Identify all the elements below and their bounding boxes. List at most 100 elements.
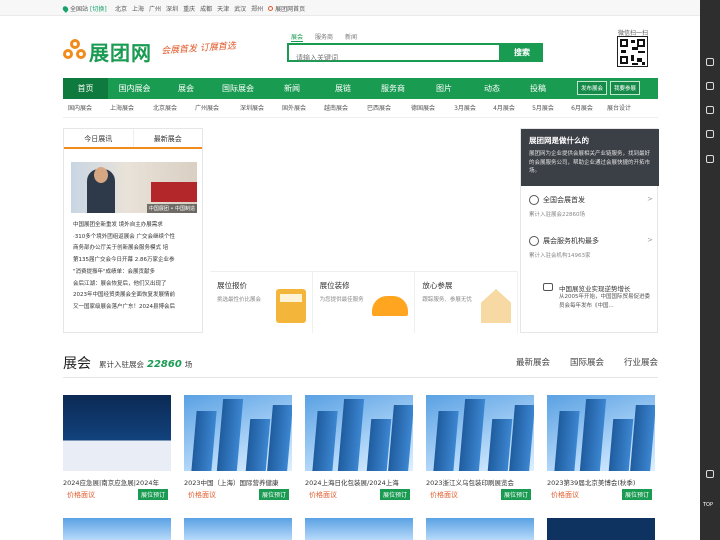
- exhibition-price: 价格面议: [188, 491, 216, 499]
- exhibition-price: 价格面议: [551, 491, 579, 499]
- exhibition-image[interactable]: [63, 518, 171, 540]
- city-link[interactable]: 北京: [115, 4, 127, 13]
- news-item[interactable]: 第135届广交会今日开幕 2.86万家企业参: [73, 255, 201, 267]
- subnav-link[interactable]: 巴西展会: [357, 103, 401, 117]
- subnav-link[interactable]: 4月展会: [485, 103, 523, 117]
- news-item[interactable]: 会后江湖：展会恢复后，他们又出现了: [73, 279, 201, 291]
- exhibition-card[interactable]: 2023浙江义乌包装印刷展览会 价格面议 展位预订: [426, 395, 534, 503]
- subnav-link[interactable]: 德国展会: [401, 103, 445, 117]
- subnav-link[interactable]: 5月展会: [523, 103, 563, 117]
- user-icon[interactable]: [706, 58, 714, 66]
- exhibition-image: [63, 395, 171, 471]
- tab-latest[interactable]: 最新展会: [516, 356, 550, 368]
- nav-item-home[interactable]: 首页: [63, 78, 108, 99]
- publish-icon[interactable]: [706, 82, 714, 90]
- wechat-qr-code: [617, 36, 648, 67]
- exhibition-image: [184, 395, 292, 471]
- tab-international[interactable]: 国际展会: [570, 356, 604, 368]
- subnav-link[interactable]: 展台设计: [601, 103, 637, 117]
- tab-today-news[interactable]: 今日展讯: [64, 129, 134, 147]
- search-tab-news[interactable]: 新闻: [345, 32, 357, 42]
- nav-item-exhibitions[interactable]: 展会: [161, 83, 211, 94]
- exhibition-card[interactable]: 2023中国（上海）国际营养健康 价格面议 展位预订: [184, 395, 292, 503]
- city-link[interactable]: 深圳: [166, 4, 178, 13]
- exhibition-image[interactable]: [184, 518, 292, 540]
- subnav-link[interactable]: 6月展会: [563, 103, 601, 117]
- news-item[interactable]: 2023年中国经贸类展会全面恢复发展情前: [73, 290, 201, 302]
- book-booth-button[interactable]: 展位预订: [621, 489, 652, 500]
- stat-exhibitions[interactable]: 全国会展首发 > 累计入驻展会22860场: [529, 195, 653, 239]
- book-booth-button[interactable]: 展位预订: [137, 489, 168, 500]
- nav-item-international[interactable]: 国际展会: [211, 83, 265, 94]
- exhibition-card[interactable]: 2024应急展|南京应急展|2024年 价格面议 展位预订: [63, 395, 171, 503]
- news-item[interactable]: 商务部办公厅关于创新展会服务模式 培: [73, 243, 201, 255]
- exhibition-image[interactable]: [547, 518, 655, 540]
- service-card-decoration[interactable]: 展位装修 为您提供最佳服务: [313, 272, 416, 333]
- search-tabs: 展会 服务商 新闻: [291, 32, 357, 42]
- service-card-title: 放心参展: [422, 281, 453, 290]
- book-booth-button[interactable]: 展位预订: [500, 489, 531, 500]
- site-logo[interactable]: 展团网 会展首发 订展首选: [63, 36, 263, 68]
- exhibition-image[interactable]: [305, 518, 413, 540]
- article-icon: [543, 283, 553, 291]
- subnav-link[interactable]: 国内展会: [63, 103, 97, 117]
- city-link[interactable]: 武汉: [234, 4, 246, 13]
- stat-agencies[interactable]: 展会服务机构最多 > 累计入驻会机构14963家: [529, 236, 653, 280]
- city-link[interactable]: 天津: [217, 4, 229, 13]
- city-link[interactable]: 郑州: [251, 4, 263, 13]
- switch-city-link[interactable]: [切换]: [90, 4, 107, 13]
- section-subtitle-pre: 累计入驻展会: [99, 360, 144, 369]
- news-item[interactable]: "消费提振年"成绩单：会展贡献多: [73, 267, 201, 279]
- subnav-link[interactable]: 北京展会: [147, 103, 183, 117]
- service-card-assurance[interactable]: 放心参展 跟踪服务、参展无忧: [415, 272, 519, 333]
- nav-item-news[interactable]: 新闻: [265, 83, 319, 94]
- news-item[interactable]: ·310多个境外团组返展会 广交会继续个性: [73, 232, 201, 244]
- home-link[interactable]: 展团网首页: [268, 4, 305, 13]
- feedback-icon[interactable]: [706, 470, 714, 478]
- nav-item-submit[interactable]: 投稿: [515, 83, 561, 94]
- exhibition-image[interactable]: [426, 518, 534, 540]
- city-link[interactable]: 重庆: [183, 4, 195, 13]
- exhibition-price: 价格面议: [309, 491, 337, 499]
- news-item[interactable]: 中国展团全新重发 境外自主办展需求: [73, 220, 201, 232]
- search-tab-exhibition[interactable]: 展会: [291, 32, 304, 42]
- search-tab-provider[interactable]: 服务商: [315, 32, 333, 42]
- exhibition-card[interactable]: 2023第39届北京美博会(秋季) 价格面议 展位预订: [547, 395, 655, 503]
- search-input[interactable]: [289, 50, 499, 66]
- publish-exhibition-button[interactable]: 发布展会: [577, 81, 608, 95]
- house-icon: [481, 289, 512, 323]
- tab-latest-exhibitions[interactable]: 最新展会: [134, 129, 203, 147]
- tab-industry[interactable]: 行业展会: [624, 356, 658, 368]
- nav-item-domestic[interactable]: 国内展会: [108, 83, 161, 94]
- nav-item-chain[interactable]: 展链: [319, 83, 367, 94]
- location-switcher[interactable]: 全国站 [切换]: [61, 4, 107, 13]
- subnav-link[interactable]: 3月展会: [445, 103, 485, 117]
- news-item[interactable]: 又一国家级展会落户广东！2024县博会后: [73, 302, 201, 314]
- nav-item-updates[interactable]: 动态: [469, 83, 515, 94]
- join-exhibition-button[interactable]: 我要参展: [610, 81, 641, 95]
- nav-item-images[interactable]: 图片: [419, 83, 469, 94]
- search-button[interactable]: 搜索: [501, 43, 543, 62]
- nav-item-providers[interactable]: 服务商: [367, 83, 419, 94]
- book-booth-button[interactable]: 展位预订: [379, 489, 410, 500]
- trend-article[interactable]: 中国展览业实现逆势增长 从2005年开始，中国国际贸易促进委员会每年发布《中国.…: [529, 279, 653, 329]
- exhibition-card[interactable]: 2024上海日化包装展/2024上海 价格面议 展位预订: [305, 395, 413, 503]
- back-to-top-button[interactable]: TOP: [703, 502, 713, 508]
- book-booth-button[interactable]: 展位预订: [258, 489, 289, 500]
- news-headline-image[interactable]: 中国展团 • 中国制造: [71, 162, 197, 213]
- city-link[interactable]: 上海: [132, 4, 144, 13]
- subnav-link[interactable]: 国外展会: [273, 103, 315, 117]
- calculator-icon: [275, 289, 306, 323]
- subnav-link[interactable]: 广州展会: [183, 103, 231, 117]
- subnav-link[interactable]: 上海展会: [97, 103, 147, 117]
- edit-icon[interactable]: [706, 155, 714, 163]
- service-card-quote[interactable]: 展位报价 挑选最性价比展会: [210, 272, 313, 333]
- logo-flower-icon: [63, 39, 87, 63]
- subnav-link[interactable]: 越南展会: [315, 103, 357, 117]
- mail-icon[interactable]: [706, 106, 714, 114]
- city-link[interactable]: 广州: [149, 4, 161, 13]
- subnav-link[interactable]: 深圳展会: [231, 103, 273, 117]
- location-label: 全国站: [70, 6, 89, 13]
- chat-icon[interactable]: [706, 130, 714, 138]
- city-link[interactable]: 成都: [200, 4, 212, 13]
